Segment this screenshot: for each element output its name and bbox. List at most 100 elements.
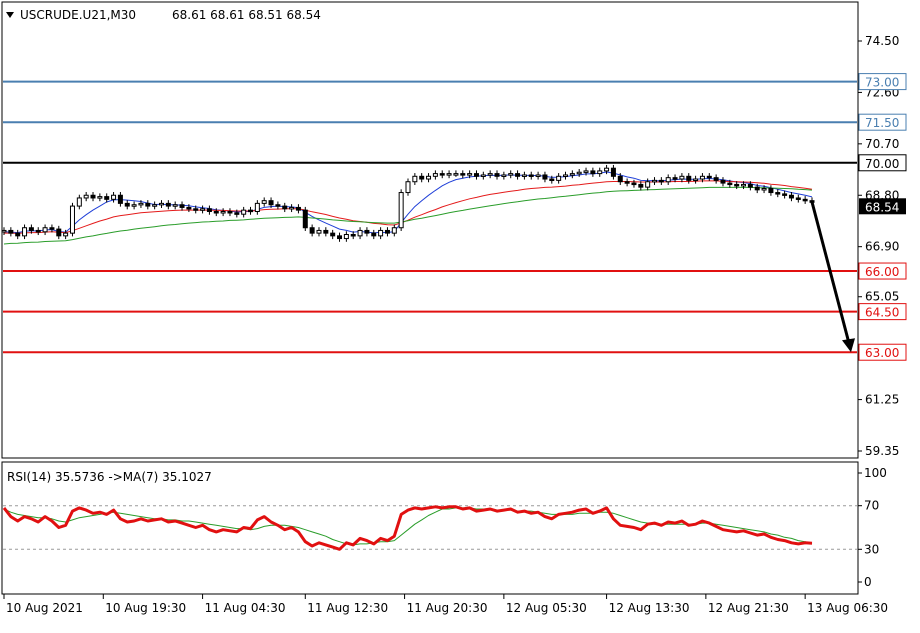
time-axis-label: 10 Aug 19:30	[105, 601, 186, 615]
chart-canvas[interactable]: 74.5072.6070.7068.8066.9065.0561.2559.35…	[0, 0, 920, 629]
candle-body	[69, 205, 75, 234]
candle-body	[528, 174, 534, 177]
candle-body	[35, 229, 41, 233]
candle-body	[186, 206, 192, 210]
candlestick	[302, 206, 308, 231]
candle-body	[213, 210, 219, 214]
candle-body	[152, 204, 158, 207]
candle-body	[521, 174, 527, 177]
time-axis-label: 12 Aug 05:30	[506, 601, 587, 615]
price-axis-label: 66.90	[865, 240, 899, 254]
candle-body	[124, 202, 130, 207]
candle-body	[473, 173, 479, 177]
candle-body	[241, 209, 247, 215]
candle-body	[562, 174, 568, 177]
candle-body	[104, 196, 110, 200]
candle-body	[49, 227, 55, 230]
candle-body	[665, 177, 671, 183]
rsi-axis-label: 70	[864, 499, 879, 513]
candle-body	[576, 171, 582, 175]
ohlc-values: 68.61 68.61 68.51 68.54	[172, 8, 321, 22]
time-axis-label: 11 Aug 12:30	[307, 601, 388, 615]
level-price-label: 66.00	[865, 265, 899, 279]
time-axis-label: 11 Aug 04:30	[205, 601, 286, 615]
time-axis-label: 10 Aug 2021	[6, 601, 83, 615]
candle-body	[350, 233, 356, 237]
candle-body	[28, 227, 34, 231]
candle-body	[97, 196, 103, 199]
candlestick	[69, 202, 75, 237]
price-axis-label: 61.25	[865, 393, 899, 407]
level-price-label: 70.00	[865, 157, 899, 171]
time-axis-label: 12 Aug 21:30	[708, 601, 789, 615]
candle-body	[419, 175, 425, 180]
candle-body	[590, 170, 596, 175]
candle-body	[117, 194, 123, 204]
trading-chart-window: 74.50 72.60 70.70 68.80 66.90 65.05 61.25 59.35…	[0, 0, 920, 629]
time-axis-label: 11 Aug 20:30	[407, 601, 488, 615]
candle-body	[172, 204, 178, 207]
price-axis-label: 65.05	[865, 290, 899, 304]
candle-body	[549, 178, 555, 182]
candle-body	[706, 175, 712, 179]
candle-body	[638, 183, 644, 188]
candle-body	[76, 197, 82, 207]
candle-body	[460, 173, 466, 176]
time-axis-label: 13 Aug 06:30	[807, 601, 888, 615]
level-price-label: 63.00	[865, 346, 899, 360]
candle-body	[494, 173, 500, 177]
candle-body	[165, 202, 171, 207]
candle-body	[398, 192, 404, 229]
candle-body	[713, 177, 719, 181]
candle-body	[734, 183, 740, 187]
candle-body	[556, 175, 562, 181]
candle-body	[658, 179, 664, 183]
candle-body	[234, 212, 240, 215]
candle-body	[535, 174, 541, 177]
candlestick	[398, 189, 404, 231]
candle-body	[631, 182, 637, 186]
candle-body	[699, 175, 705, 180]
candle-body	[467, 173, 473, 176]
candle-body	[788, 194, 794, 199]
rsi-axis-label: 0	[864, 575, 872, 589]
symbol-title: USCRUDE.U21,M30	[20, 8, 136, 22]
time-axis-label: 12 Aug 13:30	[609, 601, 690, 615]
candle-body	[453, 173, 459, 176]
candle-body	[248, 209, 254, 213]
candle-body	[158, 202, 164, 206]
candle-body	[487, 173, 493, 176]
candle-body	[337, 235, 343, 240]
rsi-axis-label: 100	[864, 466, 887, 480]
candle-body	[672, 177, 678, 180]
candle-body	[686, 175, 692, 181]
candle-body	[364, 229, 370, 234]
candle-body	[378, 229, 384, 237]
candle-body	[775, 192, 781, 195]
price-axis-label: 74.50	[865, 34, 899, 48]
candle-body	[254, 202, 260, 212]
candle-body	[83, 194, 89, 199]
candle-body	[357, 229, 363, 237]
candle-body	[754, 186, 760, 191]
candle-body	[275, 204, 281, 207]
candle-body	[343, 233, 349, 240]
candle-body	[206, 208, 212, 212]
candle-body	[508, 173, 514, 176]
candle-body	[426, 175, 432, 180]
price-axis-label: 70.70	[865, 137, 899, 151]
level-price-label: 73.00	[865, 76, 899, 90]
candle-body	[145, 202, 151, 207]
candle-body	[302, 209, 308, 229]
candle-body	[405, 181, 411, 194]
candle-body	[8, 229, 14, 234]
candle-body	[802, 198, 808, 202]
candle-body	[741, 183, 747, 187]
candle-body	[501, 174, 507, 177]
candle-body	[652, 179, 658, 183]
candle-body	[1, 229, 7, 233]
candle-body	[583, 170, 589, 173]
candle-body	[610, 167, 616, 177]
candle-body	[446, 173, 452, 176]
candle-body	[768, 187, 774, 194]
